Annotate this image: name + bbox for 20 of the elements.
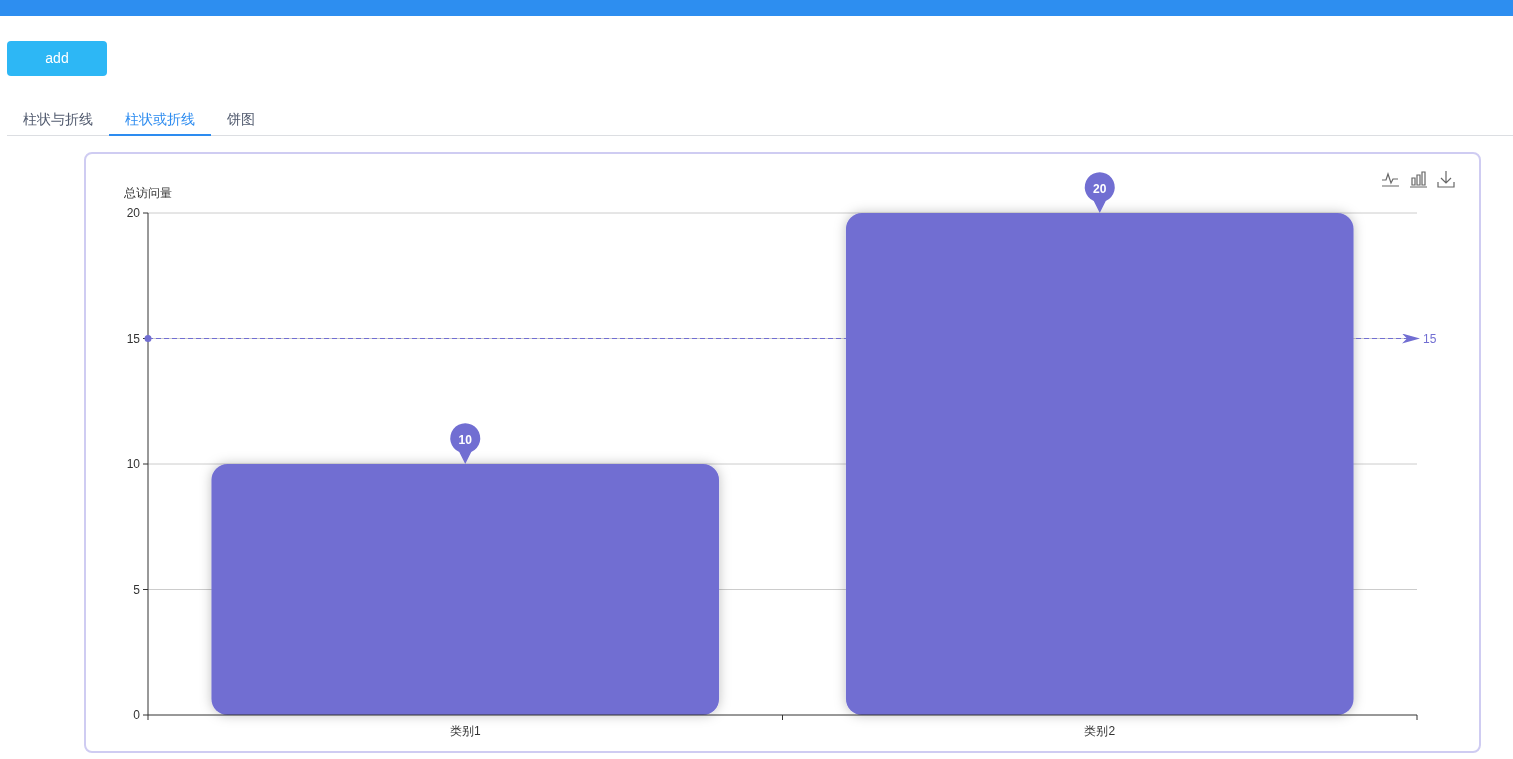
pin-marker bbox=[1084, 172, 1115, 213]
download-icon[interactable] bbox=[1437, 170, 1455, 188]
tab[interactable]: 柱状或折线 bbox=[109, 104, 211, 136]
y-tick-label: 10 bbox=[126, 457, 140, 471]
x-tick-label: 类别2 bbox=[1084, 724, 1116, 738]
line-label: 15 bbox=[1423, 331, 1437, 346]
line-chart-icon[interactable] bbox=[1381, 170, 1399, 188]
line-start-marker bbox=[144, 335, 152, 342]
y-tick-label: 5 bbox=[133, 582, 140, 597]
y-axis-title: 总访问量 bbox=[124, 186, 172, 200]
bar-chart-icon[interactable] bbox=[1409, 170, 1427, 188]
y-tick-label: 0 bbox=[133, 708, 140, 722]
x-tick-label: 类别1 bbox=[449, 724, 481, 738]
pin-marker bbox=[450, 423, 481, 464]
tab[interactable]: 饼图 bbox=[211, 104, 271, 136]
y-tick-label: 20 bbox=[126, 206, 140, 220]
tab[interactable]: 柱状与折线 bbox=[7, 104, 109, 136]
pin-label: 10 bbox=[458, 433, 472, 447]
pin-label: 20 bbox=[1093, 182, 1107, 196]
y-tick-label: 15 bbox=[126, 331, 140, 346]
